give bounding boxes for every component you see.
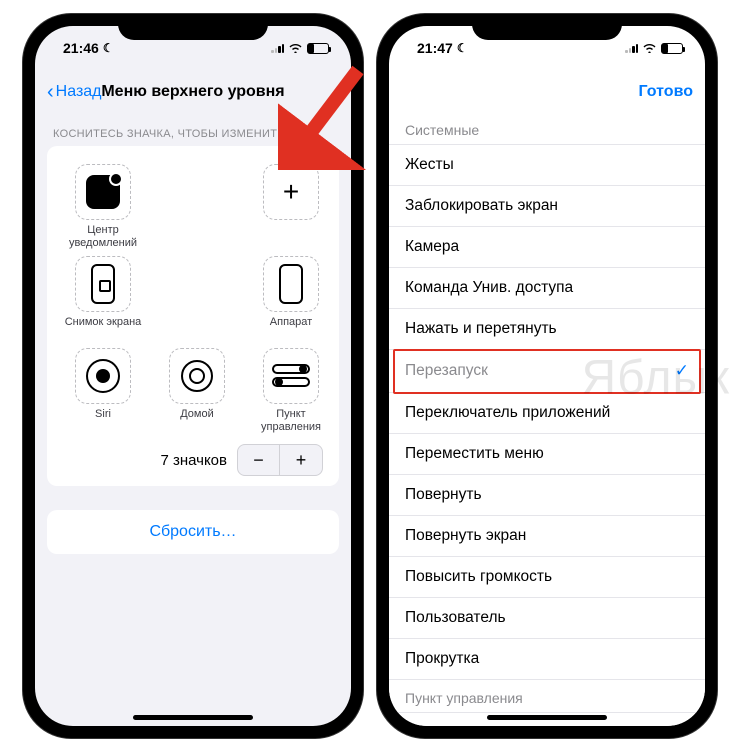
wifi-icon — [288, 41, 303, 56]
list-item[interactable]: Перезапуск✓ — [389, 350, 705, 393]
tile-device[interactable]: Аппарат — [245, 256, 337, 342]
home-icon — [181, 360, 213, 392]
tile-add[interactable]: + — [245, 164, 337, 250]
status-time: 21:47 — [417, 40, 453, 56]
back-button[interactable]: ‹ Назад — [47, 82, 102, 102]
list-item[interactable]: Заблокировать экран — [389, 186, 705, 227]
navigation-bar: Готово — [389, 70, 705, 114]
list-item[interactable]: Переключатель приложений — [389, 393, 705, 434]
icon-count-label: 7 значков — [160, 452, 227, 469]
list-header-control-center: Пункт управления — [389, 680, 705, 713]
home-indicator[interactable] — [487, 715, 607, 720]
wifi-icon — [642, 41, 657, 56]
list-item[interactable]: Повысить громкость — [389, 557, 705, 598]
list-header-system: Системные — [389, 114, 705, 145]
phone-right: 21:47 ☾ Готово Системные ЖестыЗабл — [377, 14, 717, 738]
notch — [472, 14, 622, 40]
tile-home[interactable]: Домой — [151, 348, 243, 434]
dnd-moon-icon: ☾ — [103, 41, 114, 55]
list-item[interactable]: Пользователь — [389, 598, 705, 639]
done-button[interactable]: Готово — [639, 83, 693, 101]
home-indicator[interactable] — [133, 715, 253, 720]
tile-control-center[interactable]: Пункт управления — [245, 348, 337, 434]
list-item[interactable]: Камера — [389, 227, 705, 268]
screenshot-icon — [91, 264, 115, 304]
battery-icon — [661, 43, 683, 54]
section-label: КОСНИТЕСЬ ЗНАЧКА, ЧТОБЫ ИЗМЕНИТЬ: — [35, 114, 351, 146]
list-item[interactable]: Нажать и перетянуть — [389, 309, 705, 350]
cellular-signal-icon — [271, 43, 284, 53]
cellular-signal-icon — [625, 43, 638, 53]
phone-left: 21:46 ☾ ‹ Назад Меню верхнего уровня — [23, 14, 363, 738]
icons-grid-card: Центр уведомлений + Снимок экрана — [47, 146, 339, 486]
list-item[interactable]: Повернуть экран — [389, 516, 705, 557]
list-item[interactable]: Повернуть — [389, 475, 705, 516]
notification-center-icon — [86, 175, 120, 209]
dnd-moon-icon: ☾ — [457, 41, 468, 55]
list-item[interactable]: Жесты — [389, 145, 705, 186]
tile-siri[interactable]: Siri — [57, 348, 149, 434]
tile-screenshot[interactable]: Снимок экрана — [57, 256, 149, 342]
icon-count-stepper: − + — [237, 444, 323, 476]
plus-icon: + — [283, 176, 299, 208]
battery-icon — [307, 43, 329, 54]
reset-button[interactable]: Сбросить… — [47, 510, 339, 554]
stepper-minus-button[interactable]: − — [238, 445, 280, 475]
tile-notification-center[interactable]: Центр уведомлений — [57, 164, 149, 250]
checkmark-icon: ✓ — [675, 361, 689, 381]
back-label: Назад — [56, 83, 102, 101]
chevron-left-icon: ‹ — [47, 82, 54, 102]
device-icon — [279, 264, 303, 304]
notch — [118, 14, 268, 40]
stepper-plus-button[interactable]: + — [280, 445, 322, 475]
list-item[interactable]: Команда Унив. доступа — [389, 268, 705, 309]
navigation-bar: ‹ Назад Меню верхнего уровня — [35, 70, 351, 114]
list-item[interactable]: Прокрутка — [389, 639, 705, 680]
list-item[interactable]: Переместить меню — [389, 434, 705, 475]
control-center-icon — [272, 364, 310, 388]
system-list: Системные ЖестыЗаблокировать экранКамера… — [389, 114, 705, 726]
status-time: 21:46 — [63, 40, 99, 56]
siri-icon — [86, 359, 120, 393]
